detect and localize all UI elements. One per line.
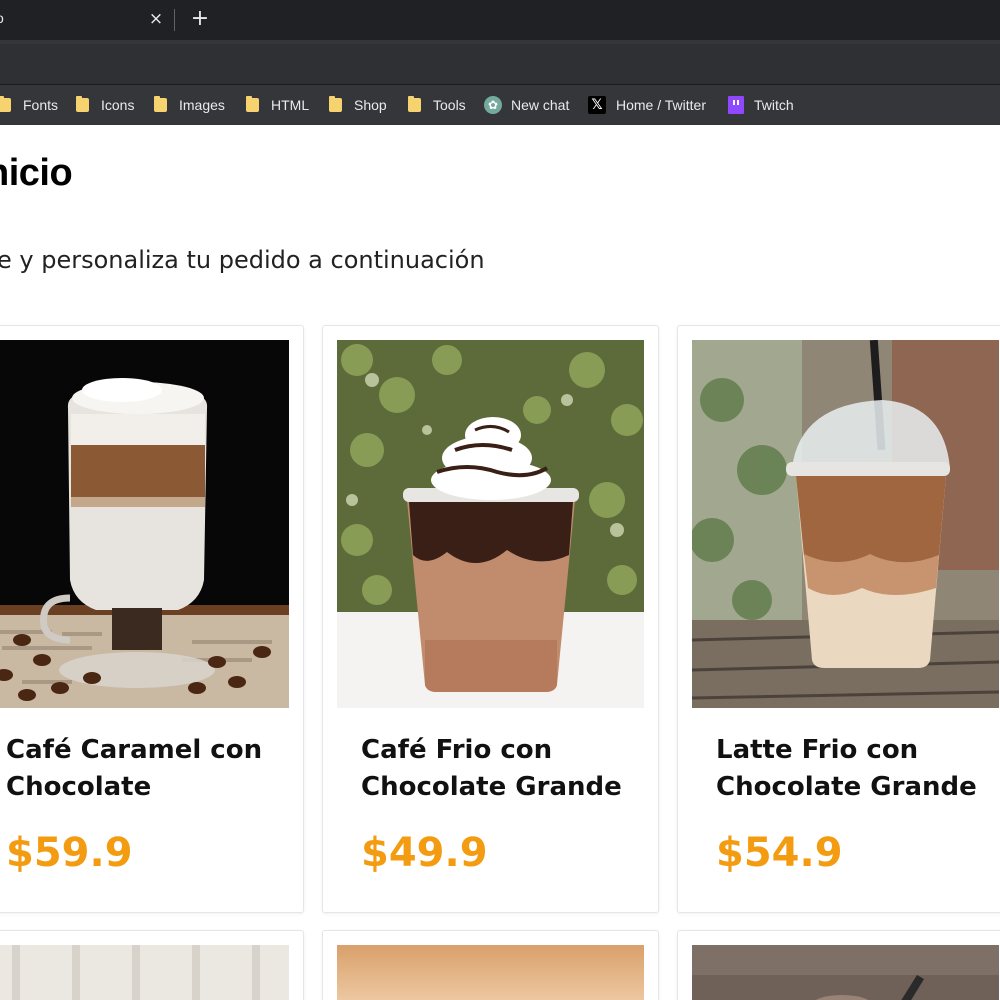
product-price: $59.9 [6,830,133,876]
browser-toolbar [0,44,1000,84]
bookmark-html[interactable]: HTML [246,85,309,125]
bookmark-label: Images [179,97,225,113]
bookmark-images[interactable]: Images [154,85,225,125]
product-price: $49.9 [361,830,488,876]
x-logo-icon: 𝕏 [588,96,606,114]
folder-icon [76,96,89,112]
tab-separator [174,9,175,31]
bookmark-label: Twitch [754,97,794,113]
twitch-icon [728,96,744,114]
page-title: nicio [0,152,73,194]
product-price: $54.9 [716,830,843,876]
folder-icon [408,96,421,112]
bookmark-label: Shop [354,97,387,113]
product-image [0,945,289,1000]
bookmark-label: Tools [433,97,466,113]
product-card[interactable]: Latte Frio con Chocolate Grande $54.9 [677,325,1000,913]
product-image-frappe [337,340,644,708]
folder-icon [154,96,167,112]
product-card[interactable] [322,930,659,1000]
product-image-caramel-latte [0,340,289,708]
bookmark-label: HTML [271,97,310,113]
bookmark-icons[interactable]: Icons [76,85,134,125]
product-name: Café Frio con Chocolate Grande [361,735,622,802]
product-image-iced-latte [692,340,999,708]
page-subtitle: e y personaliza tu pedido a continuación [0,246,485,274]
chatgpt-icon: ✿ [484,96,502,114]
tab-title: o [0,10,4,26]
bookmark-twitch[interactable]: Twitch [728,85,794,125]
new-tab-button[interactable]: + [188,6,212,32]
folder-icon [329,96,342,112]
bookmark-label: Icons [101,97,135,113]
bookmark-new-chat[interactable]: ✿ New chat [484,85,569,125]
close-tab-icon[interactable]: × [146,8,166,30]
folder-icon [246,96,259,112]
bookmark-label: Home / Twitter [616,97,706,113]
folder-icon [0,96,11,112]
bookmark-label: New chat [511,97,570,113]
bookmark-label: Fonts [23,97,59,113]
product-card[interactable] [677,930,1000,1000]
product-image [692,945,999,1000]
bookmark-shop[interactable]: Shop [329,85,387,125]
bookmark-home-twitter[interactable]: 𝕏 Home / Twitter [588,85,706,125]
product-name: Café Caramel con Chocolate [6,735,263,802]
product-name: Latte Frio con Chocolate Grande [716,735,977,802]
product-image [337,945,644,1000]
bookmark-fonts[interactable]: Fonts [0,85,58,125]
product-card[interactable] [0,930,304,1000]
bookmark-tools[interactable]: Tools [408,85,466,125]
product-card[interactable]: Café Frio con Chocolate Grande $49.9 [322,325,659,913]
product-card[interactable]: Café Caramel con Chocolate $59.9 [0,325,304,913]
